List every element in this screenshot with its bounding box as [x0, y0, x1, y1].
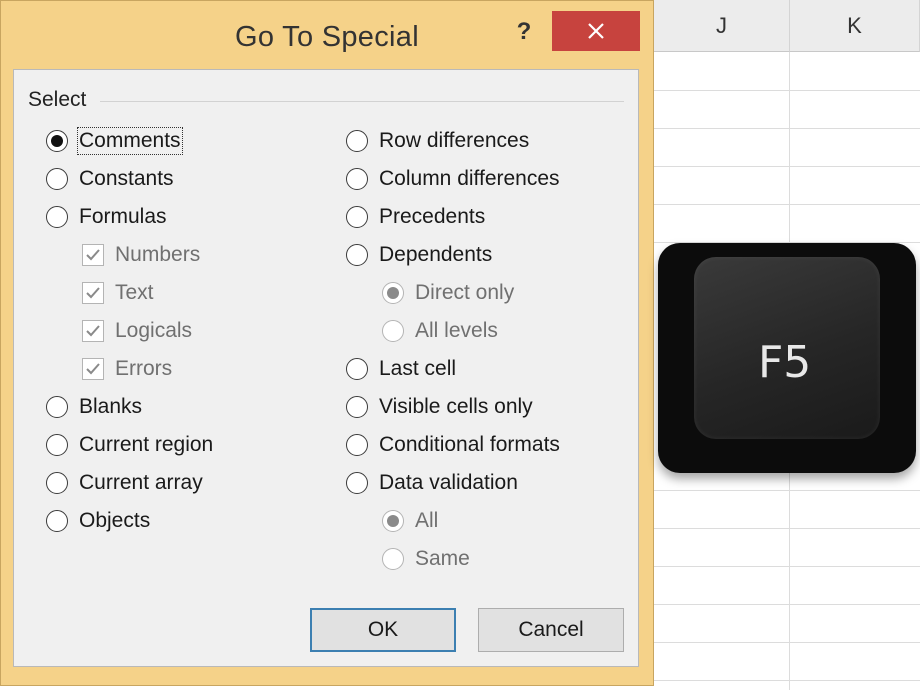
radio-precedents[interactable]: Precedents [346, 200, 485, 234]
radio-button[interactable] [346, 396, 368, 418]
checkbox-errors[interactable]: Errors [82, 352, 172, 386]
option-label: All [415, 509, 439, 532]
radio-column-differences[interactable]: Column differences [346, 162, 560, 196]
radio-button[interactable] [346, 434, 368, 456]
radio-selected-dot [387, 287, 399, 299]
radio-button[interactable] [346, 206, 368, 228]
group-divider [100, 101, 624, 102]
radio-button[interactable] [382, 510, 404, 532]
radio-validation-all[interactable]: All [382, 504, 438, 538]
radio-constants[interactable]: Constants [46, 162, 174, 196]
option-label: Conditional formats [379, 433, 560, 456]
radio-blanks[interactable]: Blanks [46, 390, 142, 424]
radio-dependents[interactable]: Dependents [346, 238, 492, 272]
radio-objects[interactable]: Objects [46, 504, 150, 538]
radio-button[interactable] [346, 244, 368, 266]
radio-all-levels[interactable]: All levels [382, 314, 498, 348]
column-label: J [716, 12, 727, 38]
close-button[interactable] [552, 11, 640, 51]
option-label: Same [415, 547, 470, 570]
radio-button[interactable] [346, 130, 368, 152]
checkbox[interactable] [82, 358, 104, 380]
option-label: All levels [415, 319, 498, 342]
f5-key-image: F5 [658, 243, 916, 473]
option-label: Column differences [379, 167, 560, 190]
option-label: Data validation [379, 471, 518, 494]
column-label: K [847, 12, 862, 38]
radio-button[interactable] [46, 472, 68, 494]
radio-button[interactable] [46, 168, 68, 190]
radio-data-validation[interactable]: Data validation [346, 466, 518, 500]
radio-button[interactable] [46, 434, 68, 456]
checkmark-icon [86, 325, 100, 337]
option-label: Constants [79, 167, 174, 190]
option-label: Precedents [379, 205, 486, 228]
option-label: Logicals [115, 319, 193, 342]
title-bar[interactable]: Go To Special ? [1, 1, 653, 69]
radio-button[interactable] [346, 472, 368, 494]
option-label: Objects [79, 509, 151, 532]
checkbox-logicals[interactable]: Logicals [82, 314, 192, 348]
close-icon [588, 23, 604, 39]
checkbox[interactable] [82, 282, 104, 304]
option-label: Errors [115, 357, 173, 380]
cancel-button[interactable]: Cancel [478, 608, 624, 652]
option-label: Row differences [379, 129, 530, 152]
radio-row-differences[interactable]: Row differences [346, 124, 529, 158]
checkbox[interactable] [82, 244, 104, 266]
radio-button[interactable] [46, 396, 68, 418]
radio-last-cell[interactable]: Last cell [346, 352, 456, 386]
checkbox[interactable] [82, 320, 104, 342]
radio-current-region[interactable]: Current region [46, 428, 213, 462]
option-label: Last cell [379, 357, 457, 380]
radio-button[interactable] [382, 282, 404, 304]
option-label: Direct only [415, 281, 515, 304]
checkmark-icon [86, 363, 100, 375]
radio-comments[interactable]: Comments [46, 124, 183, 158]
option-label: Current array [79, 471, 203, 494]
radio-button[interactable] [346, 358, 368, 380]
option-label: Dependents [379, 243, 493, 266]
radio-conditional-formats[interactable]: Conditional formats [346, 428, 560, 462]
radio-direct-only[interactable]: Direct only [382, 276, 514, 310]
radio-validation-same[interactable]: Same [382, 542, 470, 576]
radio-button[interactable] [46, 206, 68, 228]
option-label: Numbers [115, 243, 201, 266]
key-label: F5 [758, 337, 812, 388]
option-label: Text [115, 281, 154, 304]
checkbox-text[interactable]: Text [82, 276, 154, 310]
ok-button[interactable]: OK [310, 608, 456, 652]
select-group-label: Select [28, 88, 87, 111]
radio-button[interactable] [346, 168, 368, 190]
column-header-k[interactable]: K [790, 0, 920, 52]
checkmark-icon [86, 249, 100, 261]
radio-visible-cells-only[interactable]: Visible cells only [346, 390, 533, 424]
radio-selected-dot [51, 135, 63, 147]
help-icon[interactable]: ? [509, 15, 539, 49]
go-to-special-dialog: Go To Special ? Select Comments Constant… [0, 0, 654, 686]
radio-button[interactable] [382, 320, 404, 342]
radio-selected-dot [387, 515, 399, 527]
column-header-j[interactable]: J [654, 0, 790, 52]
key-cap-top: F5 [694, 257, 880, 439]
radio-button[interactable] [382, 548, 404, 570]
radio-current-array[interactable]: Current array [46, 466, 203, 500]
checkbox-numbers[interactable]: Numbers [82, 238, 200, 272]
radio-button[interactable] [46, 510, 68, 532]
dialog-body: Select Comments Constants Formulas Numbe… [13, 69, 639, 667]
option-label: Current region [79, 433, 214, 456]
option-label: Comments [77, 127, 183, 155]
radio-formulas[interactable]: Formulas [46, 200, 167, 234]
option-label: Blanks [79, 395, 143, 418]
option-label: Visible cells only [379, 395, 533, 418]
radio-button[interactable] [46, 130, 68, 152]
option-label: Formulas [79, 205, 167, 228]
checkmark-icon [86, 287, 100, 299]
